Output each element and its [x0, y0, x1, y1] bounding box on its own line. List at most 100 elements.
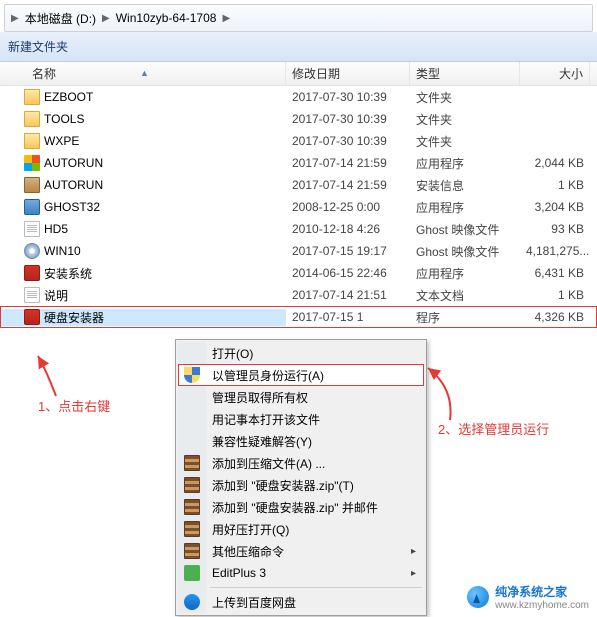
menu-item[interactable]: EditPlus 3 — [178, 562, 424, 584]
new-folder-button[interactable]: 新建文件夹 — [8, 38, 68, 55]
rar-icon — [184, 543, 200, 559]
annotation-2: 2、选择管理员运行 — [438, 419, 549, 438]
box-icon — [24, 177, 40, 193]
table-row[interactable]: TOOLS2017-07-30 10:39文件夹 — [0, 108, 597, 130]
column-type[interactable]: 类型 — [410, 62, 520, 85]
menu-label: 添加到 "硬盘安装器.zip" 并邮件 — [212, 499, 378, 516]
file-type: 文本文档 — [410, 287, 520, 304]
menu-item[interactable]: 管理员取得所有权 — [178, 386, 424, 408]
menu-item[interactable]: 添加到 "硬盘安装器.zip"(T) — [178, 474, 424, 496]
file-size: 3,204 KB — [520, 200, 590, 214]
file-type: 文件夹 — [410, 89, 520, 106]
table-row[interactable]: 硬盘安装器 2017-07-15 1程序4,326 KB — [0, 306, 597, 328]
txt-icon — [24, 221, 40, 237]
file-date: 2017-07-15 19:17 — [286, 244, 410, 258]
menu-item[interactable]: 上传到百度网盘 — [178, 591, 424, 613]
menu-separator — [210, 587, 422, 588]
file-date: 2014-06-15 22:46 — [286, 266, 410, 280]
column-size[interactable]: 大小 — [520, 62, 590, 85]
annotation-1: 1、点击右键 — [38, 396, 110, 415]
file-date: 2017-07-30 10:39 — [286, 90, 410, 104]
folder-icon — [24, 111, 40, 127]
menu-label: 打开(O) — [212, 345, 253, 362]
menu-label: 上传到百度网盘 — [212, 594, 296, 611]
breadcrumb[interactable]: ▶ 本地磁盘 (D:) ▶ Win10zyb-64-1708 ▶ — [4, 4, 593, 32]
file-size: 1 KB — [520, 178, 590, 192]
file-date: 2017-07-14 21:59 — [286, 156, 410, 170]
chevron-right-icon: ▶ — [220, 13, 232, 24]
toolbar: 新建文件夹 — [0, 32, 597, 62]
file-list: EZBOOT2017-07-30 10:39文件夹 TOOLS 2017-07-30… — [0, 86, 597, 328]
table-row[interactable]: 说明 2017-07-14 21:51文本文档1 KB — [0, 284, 597, 306]
file-type: Ghost 映像文件 — [410, 221, 520, 238]
menu-label: EditPlus 3 — [212, 566, 266, 580]
watermark-url: www.kzmyhome.com — [495, 600, 589, 611]
edit-icon — [184, 565, 200, 581]
file-size: 6,431 KB — [520, 266, 590, 280]
column-name[interactable]: 名称 ▲ — [0, 62, 286, 85]
shield-icon — [184, 367, 200, 383]
file-date: 2017-07-15 1 — [286, 310, 410, 324]
file-name: AUTORUN — [44, 178, 103, 192]
menu-item[interactable]: 其他压缩命令 — [178, 540, 424, 562]
table-row[interactable]: GHOST322008-12-25 0:00应用程序3,204 KB — [0, 196, 597, 218]
file-size: 93 KB — [520, 222, 590, 236]
file-name: TOOLS — [44, 112, 84, 126]
menu-item[interactable]: 用记事本打开该文件 — [178, 408, 424, 430]
file-name: 说明 — [44, 287, 68, 304]
file-type: 应用程序 — [410, 199, 520, 216]
txt-icon — [24, 287, 40, 303]
file-type: 程序 — [410, 309, 520, 326]
menu-label: 添加到压缩文件(A) ... — [212, 455, 325, 472]
file-size: 1 KB — [520, 288, 590, 302]
rar-icon — [184, 521, 200, 537]
crumb-folder[interactable]: Win10zyb-64-1708 — [112, 11, 221, 25]
chevron-right-icon: ▶ — [100, 13, 112, 24]
exe-icon — [24, 309, 40, 325]
file-type: 文件夹 — [410, 133, 520, 150]
table-row[interactable]: HD52010-12-18 4:26Ghost 映像文件93 KB — [0, 218, 597, 240]
file-name: AUTORUN — [44, 156, 103, 170]
table-row[interactable]: 安装系统 2014-06-15 22:46应用程序6,431 KB — [0, 262, 597, 284]
file-type: 安装信息 — [410, 177, 520, 194]
table-row[interactable]: WXPE2017-07-30 10:39文件夹 — [0, 130, 597, 152]
menu-item[interactable]: 用好压打开(Q) — [178, 518, 424, 540]
table-row[interactable]: EZBOOT2017-07-30 10:39文件夹 — [0, 86, 597, 108]
rar-icon — [184, 455, 200, 471]
menu-label: 兼容性疑难解答(Y) — [212, 433, 312, 450]
file-type: 应用程序 — [410, 265, 520, 282]
menu-label: 用记事本打开该文件 — [212, 411, 320, 428]
file-date: 2017-07-30 10:39 — [286, 112, 410, 126]
crumb-drive[interactable]: 本地磁盘 (D:) — [21, 10, 100, 27]
file-date: 2008-12-25 0:00 — [286, 200, 410, 214]
rar-icon — [184, 499, 200, 515]
table-row[interactable]: AUTORUN2017-07-14 21:59应用程序2,044 KB — [0, 152, 597, 174]
file-date: 2017-07-14 21:59 — [286, 178, 410, 192]
menu-label: 其他压缩命令 — [212, 543, 284, 560]
menu-item[interactable]: 兼容性疑难解答(Y) — [178, 430, 424, 452]
folder-icon — [24, 133, 40, 149]
watermark-title: 纯净系统之家 — [495, 585, 567, 599]
file-name: 硬盘安装器 — [44, 309, 104, 326]
menu-label: 用好压打开(Q) — [212, 521, 289, 538]
win-icon — [24, 155, 40, 171]
file-date: 2010-12-18 4:26 — [286, 222, 410, 236]
menu-item[interactable]: 以管理员身份运行(A) — [178, 364, 424, 386]
file-size: 4,181,275... — [520, 244, 590, 258]
table-row[interactable]: AUTORUN 2017-07-14 21:59安装信息1 KB — [0, 174, 597, 196]
file-date: 2017-07-14 21:51 — [286, 288, 410, 302]
arrow-1 — [36, 352, 96, 400]
file-size: 4,326 KB — [520, 310, 590, 324]
menu-item[interactable]: 添加到压缩文件(A) ... — [178, 452, 424, 474]
file-type: Ghost 映像文件 — [410, 243, 520, 260]
table-row[interactable]: WIN102017-07-15 19:17Ghost 映像文件4,181,275… — [0, 240, 597, 262]
column-date[interactable]: 修改日期 — [286, 62, 410, 85]
menu-label: 以管理员身份运行(A) — [212, 367, 324, 384]
ghost-icon — [24, 199, 40, 215]
menu-item[interactable]: 打开(O) — [178, 342, 424, 364]
exe-icon — [24, 265, 40, 281]
file-size: 2,044 KB — [520, 156, 590, 170]
menu-item[interactable]: 添加到 "硬盘安装器.zip" 并邮件 — [178, 496, 424, 518]
folder-icon — [24, 89, 40, 105]
file-name: 安装系统 — [44, 265, 92, 282]
